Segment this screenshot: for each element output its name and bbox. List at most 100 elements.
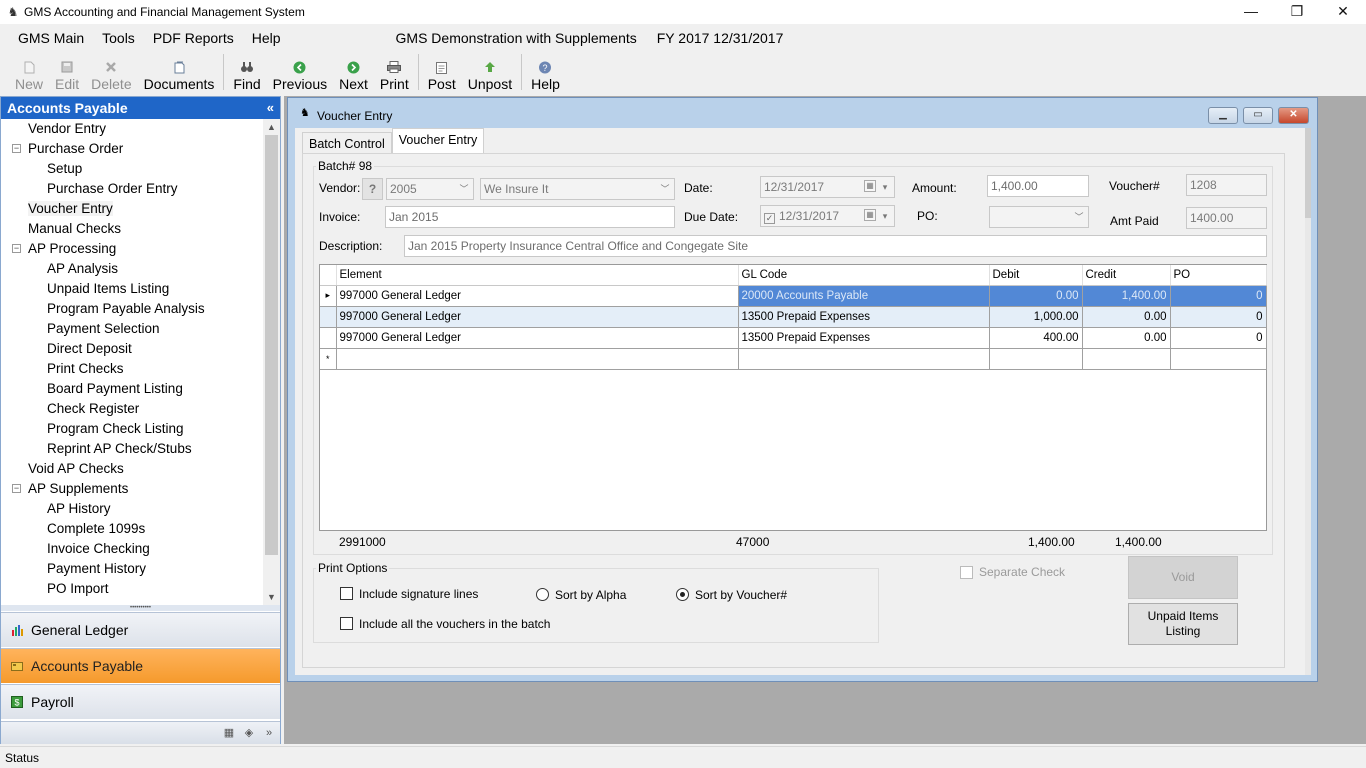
nav-item-purchase-order-entry[interactable]: Purchase Order Entry bbox=[1, 179, 262, 199]
due-date-checkbox[interactable]: ✓ bbox=[764, 213, 775, 224]
nav-item-ap-processing[interactable]: − AP Processing bbox=[1, 239, 262, 259]
tab-voucher-entry[interactable]: Voucher Entry bbox=[391, 128, 485, 154]
nav-item-print-checks[interactable]: Print Checks bbox=[1, 359, 262, 379]
voucher-number-field[interactable]: 1208 bbox=[1186, 174, 1267, 196]
include-signature-lines-checkbox[interactable] bbox=[340, 587, 353, 600]
chevron-menu-icon[interactable]: » bbox=[262, 726, 276, 740]
nav-item-ap-analysis[interactable]: AP Analysis bbox=[1, 259, 262, 279]
description-field[interactable]: Jan 2015 Property Insurance Central Offi… bbox=[404, 235, 1267, 257]
module-accounts-payable[interactable]: Accounts Payable bbox=[1, 648, 280, 683]
tree-collapse-icon[interactable]: − bbox=[12, 144, 21, 153]
cell-credit[interactable]: 0.00 bbox=[1082, 327, 1171, 349]
child-minimize-button[interactable]: ▁ bbox=[1208, 107, 1238, 124]
scroll-up-icon[interactable]: ▲ bbox=[263, 119, 280, 135]
close-button[interactable]: ✕ bbox=[1320, 0, 1366, 24]
unpost-button[interactable]: Unpost bbox=[462, 54, 518, 92]
table-row[interactable]: 997000 General Ledger 13500 Prepaid Expe… bbox=[320, 327, 1267, 349]
nav-item-ap-supplements[interactable]: − AP Supplements bbox=[1, 479, 262, 499]
separate-check-checkbox[interactable] bbox=[960, 566, 973, 579]
edit-button[interactable]: Edit bbox=[49, 54, 85, 92]
cell-po[interactable]: 0 bbox=[1170, 306, 1267, 328]
row-header[interactable] bbox=[320, 327, 337, 349]
child-close-button[interactable]: ✕ bbox=[1278, 107, 1309, 124]
current-row-indicator-icon[interactable]: ▸ bbox=[320, 285, 337, 307]
sort-by-voucher-radio[interactable] bbox=[676, 588, 689, 601]
nav-item-reprint-ap-check-stubs[interactable]: Reprint AP Check/Stubs bbox=[1, 439, 262, 459]
nav-item-ap-history[interactable]: AP History bbox=[1, 499, 262, 519]
nav-item-check-register[interactable]: Check Register bbox=[1, 399, 262, 419]
nav-item-board-payment-listing[interactable]: Board Payment Listing bbox=[1, 379, 262, 399]
cell-debit[interactable]: 0.00 bbox=[989, 285, 1083, 307]
cell-gl-code[interactable] bbox=[738, 348, 990, 370]
nav-item-voucher-entry[interactable]: Voucher Entry bbox=[1, 199, 262, 219]
column-header-element[interactable]: Element bbox=[336, 265, 739, 286]
cell-credit[interactable] bbox=[1082, 348, 1171, 370]
nav-item-vendor-entry[interactable]: Vendor Entry bbox=[1, 119, 262, 139]
tree-collapse-icon[interactable]: − bbox=[12, 484, 21, 493]
scroll-thumb[interactable] bbox=[1305, 128, 1311, 218]
nav-item-void-ap-checks[interactable]: Void AP Checks bbox=[1, 459, 262, 479]
cell-element[interactable]: 997000 General Ledger bbox=[336, 285, 739, 307]
due-date-picker[interactable]: ✓ 12/31/2017 ▦ ▾ bbox=[760, 205, 895, 227]
menu-pdf-reports[interactable]: PDF Reports bbox=[144, 26, 243, 50]
nav-item-payment-history[interactable]: Payment History bbox=[1, 559, 262, 579]
cell-po[interactable]: 0 bbox=[1170, 327, 1267, 349]
cell-gl-code[interactable]: 20000 Accounts Payable bbox=[738, 285, 990, 307]
minimize-button[interactable]: — bbox=[1228, 0, 1274, 24]
print-button[interactable]: Print bbox=[374, 54, 415, 92]
unpaid-items-listing-button[interactable]: Unpaid Items Listing bbox=[1128, 603, 1238, 645]
collapse-pane-icon[interactable]: « bbox=[267, 97, 274, 119]
date-picker[interactable]: 12/31/2017 ▦ ▾ bbox=[760, 176, 895, 198]
nav-item-direct-deposit[interactable]: Direct Deposit bbox=[1, 339, 262, 359]
cell-element[interactable] bbox=[336, 348, 739, 370]
delete-button[interactable]: Delete bbox=[85, 54, 137, 92]
module-payroll[interactable]: $ Payroll bbox=[1, 684, 280, 719]
column-header-debit[interactable]: Debit bbox=[989, 265, 1083, 286]
table-row[interactable]: 997000 General Ledger 13500 Prepaid Expe… bbox=[320, 306, 1267, 328]
help-button[interactable]: ? Help bbox=[525, 54, 566, 92]
table-row[interactable]: ▸ 997000 General Ledger 20000 Accounts P… bbox=[320, 285, 1267, 307]
menu-tools[interactable]: Tools bbox=[93, 26, 144, 50]
nav-item-setup[interactable]: Setup bbox=[1, 159, 262, 179]
cell-element[interactable]: 997000 General Ledger bbox=[336, 327, 739, 349]
cell-debit[interactable]: 400.00 bbox=[989, 327, 1083, 349]
nav-item-purchase-order[interactable]: − Purchase Order bbox=[1, 139, 262, 159]
cell-debit[interactable] bbox=[989, 348, 1083, 370]
documents-button[interactable]: Documents bbox=[138, 54, 221, 92]
new-row-marker-icon[interactable]: * bbox=[320, 348, 337, 370]
nav-item-program-payable-analysis[interactable]: Program Payable Analysis bbox=[1, 299, 262, 319]
nav-item-payment-selection[interactable]: Payment Selection bbox=[1, 319, 262, 339]
column-header-gl-code[interactable]: GL Code bbox=[738, 265, 990, 286]
cell-credit[interactable]: 0.00 bbox=[1082, 306, 1171, 328]
window-scrollbar[interactable] bbox=[1305, 128, 1311, 675]
next-button[interactable]: Next bbox=[333, 54, 374, 92]
new-button[interactable]: New bbox=[9, 54, 49, 92]
cell-gl-code[interactable]: 13500 Prepaid Expenses bbox=[738, 306, 990, 328]
column-header-credit[interactable]: Credit bbox=[1082, 265, 1171, 286]
vendor-lookup-button[interactable]: ? bbox=[362, 178, 383, 200]
scroll-thumb[interactable] bbox=[265, 135, 278, 555]
nav-item-invoice-checking[interactable]: Invoice Checking bbox=[1, 539, 262, 559]
configure-buttons-icon[interactable]: ◈ bbox=[242, 726, 256, 740]
row-header[interactable] bbox=[320, 306, 337, 328]
nav-item-po-import[interactable]: PO Import bbox=[1, 579, 262, 599]
nav-item-complete-1099s[interactable]: Complete 1099s bbox=[1, 519, 262, 539]
po-combo[interactable]: ﹀ bbox=[989, 206, 1089, 228]
child-restore-button[interactable]: ▭ bbox=[1243, 107, 1273, 124]
cell-po[interactable]: 0 bbox=[1170, 285, 1267, 307]
cell-debit[interactable]: 1,000.00 bbox=[989, 306, 1083, 328]
tree-collapse-icon[interactable]: − bbox=[12, 244, 21, 253]
find-button[interactable]: Find bbox=[227, 54, 266, 92]
include-all-vouchers-checkbox[interactable] bbox=[340, 617, 353, 630]
new-row[interactable]: * bbox=[320, 348, 1267, 370]
restore-button[interactable]: ❐ bbox=[1274, 0, 1320, 24]
vendor-code-combo[interactable]: 2005 ﹀ bbox=[386, 178, 474, 200]
void-button[interactable]: Void bbox=[1128, 556, 1238, 599]
pane-splitter-grip[interactable]: •••••••••• bbox=[1, 605, 280, 611]
menu-help[interactable]: Help bbox=[243, 26, 290, 50]
invoice-field[interactable]: Jan 2015 bbox=[385, 206, 675, 228]
options-grid-icon[interactable]: ▦ bbox=[222, 726, 236, 740]
amount-paid-field[interactable]: 1400.00 bbox=[1186, 207, 1267, 229]
cell-gl-code[interactable]: 13500 Prepaid Expenses bbox=[738, 327, 990, 349]
nav-item-program-check-listing[interactable]: Program Check Listing bbox=[1, 419, 262, 439]
